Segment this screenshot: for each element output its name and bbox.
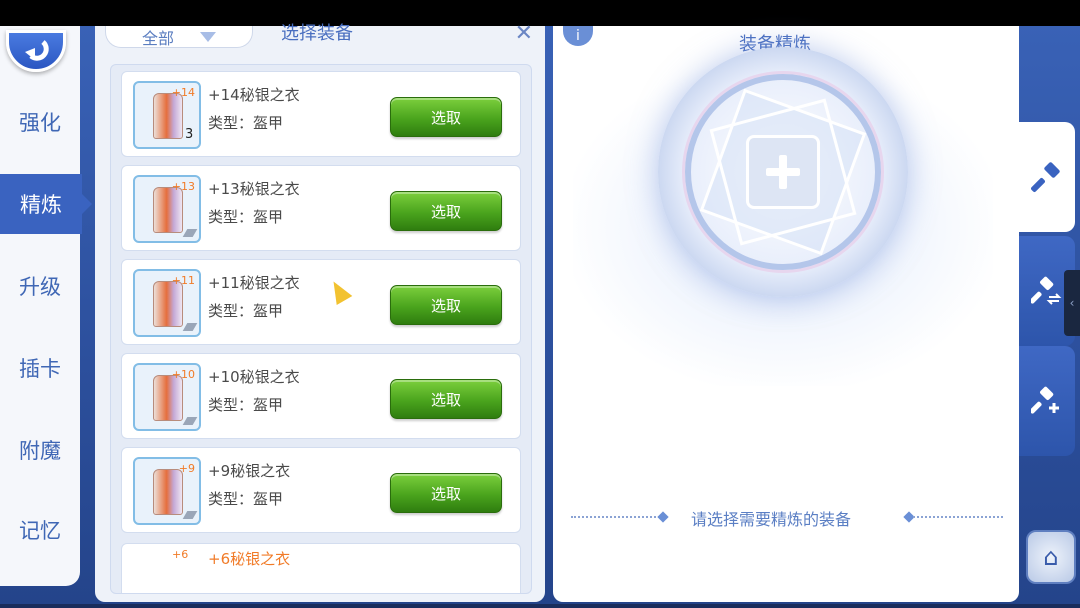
top-black-bar	[0, 0, 1080, 26]
equipment-icon[interactable]: +9	[133, 457, 201, 525]
armor-icon	[153, 93, 183, 139]
equipment-icon[interactable]: +11	[133, 269, 201, 337]
corner-mark-icon	[182, 323, 198, 331]
equipment-name: +11秘银之衣	[208, 274, 300, 292]
refine-level-badge: +6	[172, 548, 189, 561]
equipment-list-panel: 全部 选择装备 ✕ +14 3 +14秘银之衣 类型：盔甲 选取 +13 +13…	[95, 23, 545, 602]
equipment-type: 类型：盔甲	[208, 396, 284, 414]
refine-panel: i 装备精炼 请选择需要精炼的装备	[553, 26, 1019, 602]
equipment-name: +6秘银之衣	[208, 550, 291, 568]
select-prompt: 请选择需要精炼的装备	[691, 510, 852, 529]
hammer-swap-icon	[1031, 276, 1062, 305]
armor-icon	[153, 469, 183, 515]
equipment-icon[interactable]: +14 3	[133, 81, 201, 149]
equipment-name: +13秘银之衣	[208, 180, 300, 198]
select-button[interactable]: 选取	[390, 379, 502, 419]
equipment-name: +9秘银之衣	[208, 462, 291, 480]
dropdown-arrow-icon	[200, 31, 216, 42]
equipment-list[interactable]: +14 3 +14秘银之衣 类型：盔甲 选取 +13 +13秘银之衣 类型：盔甲…	[110, 64, 532, 594]
back-button[interactable]	[6, 30, 66, 72]
hammer-icon	[1031, 162, 1060, 192]
select-button[interactable]: 选取	[390, 285, 502, 325]
refine-level-badge: +11	[171, 274, 195, 287]
nav-item-memory[interactable]: 记忆	[0, 500, 80, 560]
tab-refine-hammer[interactable]	[1019, 122, 1075, 232]
corner-mark-icon	[182, 417, 198, 425]
close-icon[interactable]: ✕	[515, 23, 533, 45]
filter-value: 全部	[141, 28, 174, 48]
back-arrow-icon	[25, 40, 49, 61]
equipment-name: +10秘银之衣	[208, 368, 300, 386]
side-collapse-handle[interactable]: ‹	[1064, 270, 1080, 336]
list-item-partial: +6 +6秘银之衣	[121, 543, 521, 593]
list-item: +11 +11秘银之衣 类型：盔甲 选取	[121, 259, 521, 345]
item-count: 3	[185, 127, 194, 142]
filter-dropdown[interactable]: 全部	[105, 26, 253, 48]
list-item: +10 +10秘银之衣 类型：盔甲 选取	[121, 353, 521, 439]
nav-item-strengthen[interactable]: 强化	[0, 92, 80, 152]
list-item: +14 3 +14秘银之衣 类型：盔甲 选取	[121, 71, 521, 157]
nav-item-enchant[interactable]: 附魔	[0, 420, 80, 480]
select-button[interactable]: 选取	[390, 473, 502, 513]
divider-right	[913, 516, 1003, 518]
refine-level-badge: +9	[178, 462, 195, 475]
info-icon[interactable]: i	[563, 26, 593, 46]
corner-mark-icon	[182, 229, 198, 237]
divider-left	[571, 516, 663, 518]
armor-icon	[153, 187, 183, 233]
panel-title: 选择装备	[281, 23, 353, 44]
select-button[interactable]: 选取	[390, 191, 502, 231]
equipment-name: +14秘银之衣	[208, 86, 300, 104]
diamond-icon	[657, 511, 669, 523]
equipment-type: 类型：盔甲	[208, 490, 284, 508]
equipment-icon[interactable]: +13	[133, 175, 201, 243]
refine-level-badge: +13	[171, 180, 195, 193]
nav-item-upgrade[interactable]: 升级	[0, 256, 80, 316]
left-nav: 强化 精炼 升级 插卡 附魔 记忆	[0, 26, 92, 586]
shop-icon[interactable]: ⌂	[1026, 530, 1076, 584]
list-item: +13 +13秘银之衣 类型：盔甲 选取	[121, 165, 521, 251]
corner-mark-icon	[182, 511, 198, 519]
hammer-add-icon	[1031, 386, 1059, 414]
bottom-bar	[0, 604, 1080, 608]
equipment-type: 类型：盔甲	[208, 114, 284, 132]
equipment-type: 类型：盔甲	[208, 302, 284, 320]
select-button[interactable]: 选取	[390, 97, 502, 137]
add-equipment-slot[interactable]	[746, 135, 820, 209]
nav-item-insert-card[interactable]: 插卡	[0, 338, 80, 398]
equipment-icon[interactable]: +10	[133, 363, 201, 431]
tab-hammer-add[interactable]	[1019, 346, 1075, 456]
refine-level-badge: +14	[171, 86, 195, 99]
list-item: +9 +9秘银之衣 类型：盔甲 选取	[121, 447, 521, 533]
plus-icon	[766, 155, 800, 189]
armor-icon	[153, 281, 183, 327]
nav-item-refine[interactable]: 精炼	[0, 174, 92, 234]
armor-icon	[153, 375, 183, 421]
equipment-type: 类型：盔甲	[208, 208, 284, 226]
refine-level-badge: +10	[171, 368, 195, 381]
